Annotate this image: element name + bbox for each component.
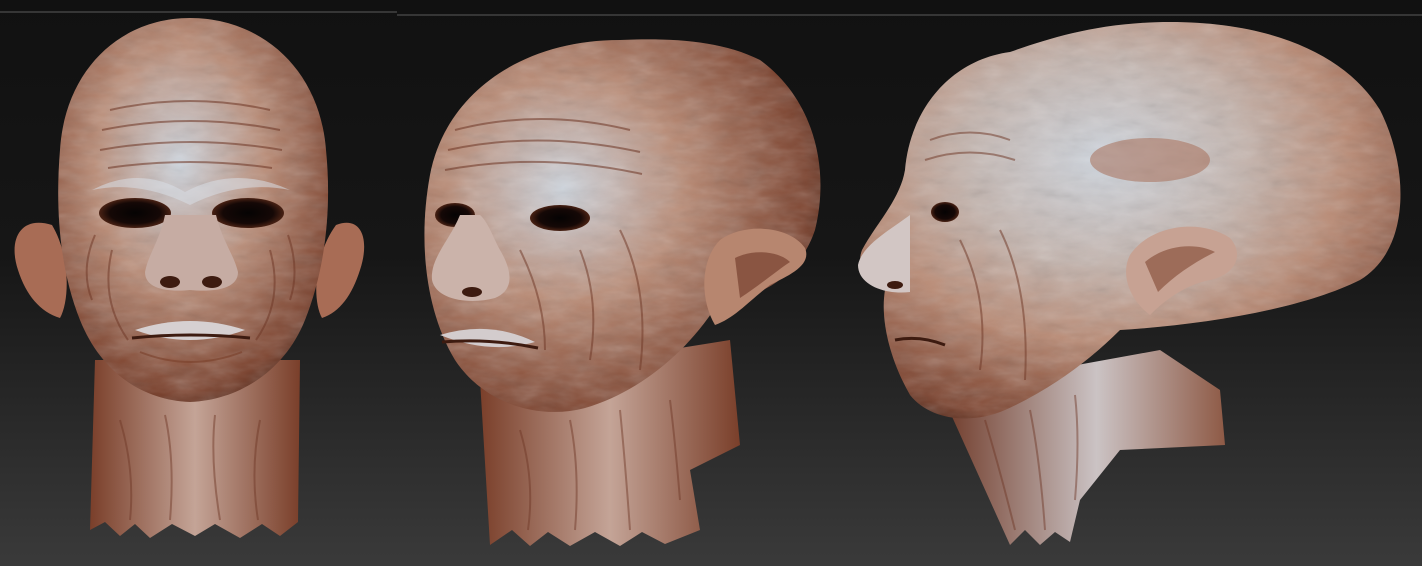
sculpt-render — [0, 0, 1422, 566]
eye-socket-left — [99, 198, 171, 228]
sculpt-viewport — [0, 0, 1422, 566]
eye-socket-right — [530, 205, 590, 231]
eye-socket-right — [212, 198, 284, 228]
eye-socket — [931, 202, 959, 222]
